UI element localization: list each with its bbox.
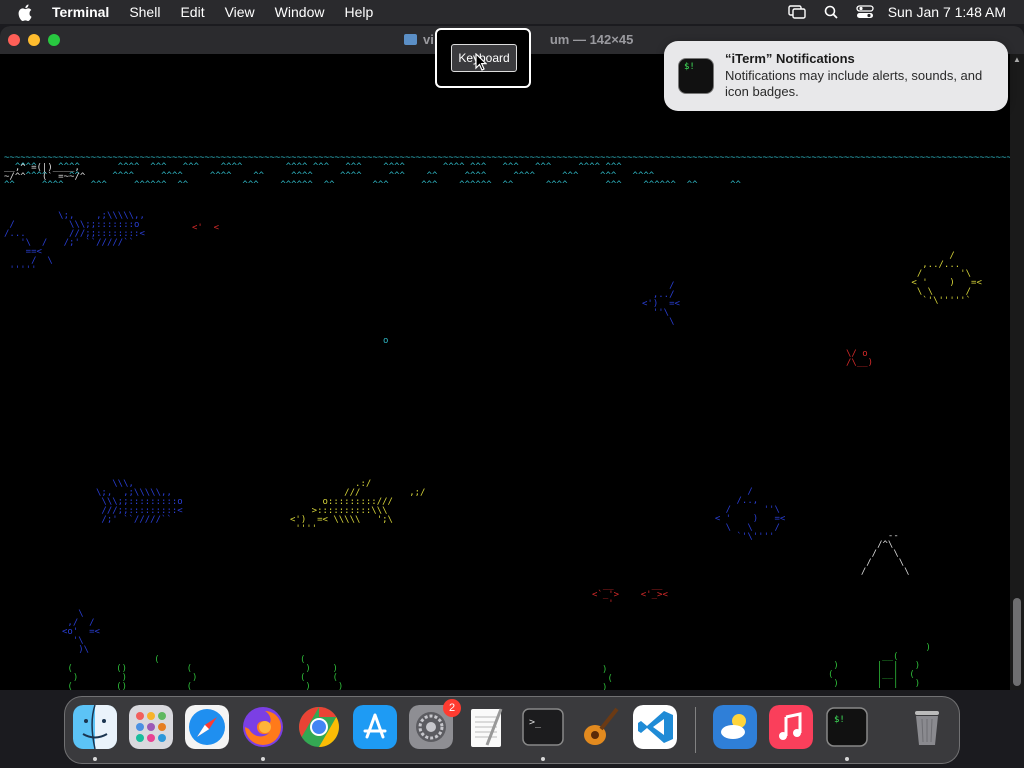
terminal-running-dot (541, 757, 545, 761)
textedit-icon[interactable] (465, 705, 509, 749)
scrollbar-thumb[interactable] (1013, 598, 1021, 686)
fish-small-top: <' < (192, 223, 220, 233)
fish-yellow: .:/ /// ,;/ o:::::::::/// >::::::::::\\\… (290, 479, 426, 534)
iterm-app-icon: $! (678, 58, 714, 94)
app-store-icon[interactable] (353, 705, 397, 749)
scrollbar[interactable] (1010, 54, 1024, 690)
weather-icon[interactable] (713, 705, 757, 749)
menu-window[interactable]: Window (275, 4, 325, 20)
svg-text:>_: >_ (529, 717, 542, 728)
iterm-icon-glyph: $! (684, 62, 695, 72)
notification-banner[interactable]: $! “iTerm” Notifications Notifications m… (664, 41, 1008, 111)
menu-view[interactable]: View (225, 4, 255, 20)
fish-center: / ,../ <') =< ''\ \ (642, 281, 680, 327)
bubble: o (383, 336, 389, 346)
window-title-prefix: vi (423, 32, 434, 47)
dock-separator (695, 707, 696, 753)
water-surface: ~~~~~~~~~~~~~~~~~~~~~~~~~~~~~~~~~~~~~~~~… (4, 153, 1024, 190)
finder-icon[interactable] (73, 705, 117, 749)
zoom-button[interactable] (48, 34, 60, 46)
screen-mirroring-icon[interactable] (787, 4, 806, 20)
mouse-cursor-icon (475, 53, 487, 71)
menu-edit[interactable]: Edit (180, 4, 204, 20)
menu-bar: Terminal Shell Edit View Window Help Sun… (0, 0, 1024, 24)
iterm-running-dot (845, 757, 849, 761)
firefox-running-dot (261, 757, 265, 761)
fish-pair: __ __ <`_'> <'_>< ' (592, 581, 668, 609)
spotlight-search-icon[interactable] (822, 4, 840, 20)
seaweed-left: ( ( () ( ) ) ) ( () ( (67, 655, 198, 691)
apple-menu-icon[interactable] (18, 3, 34, 21)
fish-large-left: \;, ,;\\\\\,, / \\\;;:::::::o /... ///;;… (4, 211, 145, 275)
seaweed-right: ) __( ) | | ) ( |__| ( ) | | ) (828, 643, 931, 689)
castle: -- /^\ / \ / \ / \ (860, 531, 910, 577)
menu-clock[interactable]: Sun Jan 7 1:48 AM (888, 4, 1006, 20)
window-title-suffix: um — 142×45 (549, 32, 634, 47)
folder-icon (404, 34, 417, 45)
launchpad-icon[interactable] (129, 705, 173, 749)
fish-red-small: \/ o /\__) (846, 349, 874, 368)
fish-middle-left: \\\, \;, ,;\\\\\,, \\\;;:::::::::o ///;;… (96, 479, 183, 525)
terminal-content[interactable]: ~~~~~~~~~~~~~~~~~~~~~~~~~~~~~~~~~~~~~~~~… (0, 54, 1024, 691)
trash-icon[interactable] (905, 705, 949, 749)
close-button[interactable] (8, 34, 20, 46)
terminal-icon[interactable]: >_ (521, 705, 565, 749)
firefox-icon[interactable] (241, 705, 285, 749)
fish-right: / ,../... / '\ < ' ) =< \ \ / `'\'''''` (911, 251, 982, 306)
notification-title: “iTerm” Notifications (725, 51, 855, 66)
fish-bottom-left: \ ,/ / <o' =< '\ )\ (62, 609, 100, 655)
garageband-icon[interactable] (577, 705, 621, 749)
seaweed-middle: ( ) ) ( ( ) ) (300, 655, 344, 691)
terminal-window: vi um — 142×45 ~~~~~~~~~~~~~~~~~~~~~~~~~… (0, 26, 1024, 690)
chrome-icon[interactable] (297, 705, 341, 749)
notification-body: Notifications may include alerts, sounds… (725, 68, 983, 99)
asciiquarium-scene: ~~~~~~~~~~~~~~~~~~~~~~~~~~~~~~~~~~~~~~~~… (0, 54, 1024, 691)
iterm-icon[interactable]: $! (825, 705, 869, 749)
ship: __,^ =(|)____, ~/^^ (` =~~/^ (4, 163, 86, 182)
seaweed-center: ) ( ) (602, 665, 613, 691)
menu-app-name[interactable]: Terminal (52, 4, 109, 20)
menu-shell[interactable]: Shell (129, 4, 160, 20)
minimize-button[interactable] (28, 34, 40, 46)
vscode-icon[interactable] (633, 705, 677, 749)
scroll-up-arrow-icon[interactable]: ▲ (1013, 56, 1021, 64)
control-center-icon[interactable] (856, 4, 874, 20)
svg-text:$!: $! (834, 715, 845, 725)
music-icon[interactable] (769, 705, 813, 749)
safari-icon[interactable] (185, 705, 229, 749)
menu-help[interactable]: Help (344, 4, 373, 20)
finder-running-dot (93, 757, 97, 761)
system-settings-badge: 2 (443, 699, 461, 717)
dock: 2 >_ $! (64, 696, 960, 764)
fish-blue-right: / /.., / ''\ < ' ) =< \ \ / `'\'''' (714, 487, 786, 542)
